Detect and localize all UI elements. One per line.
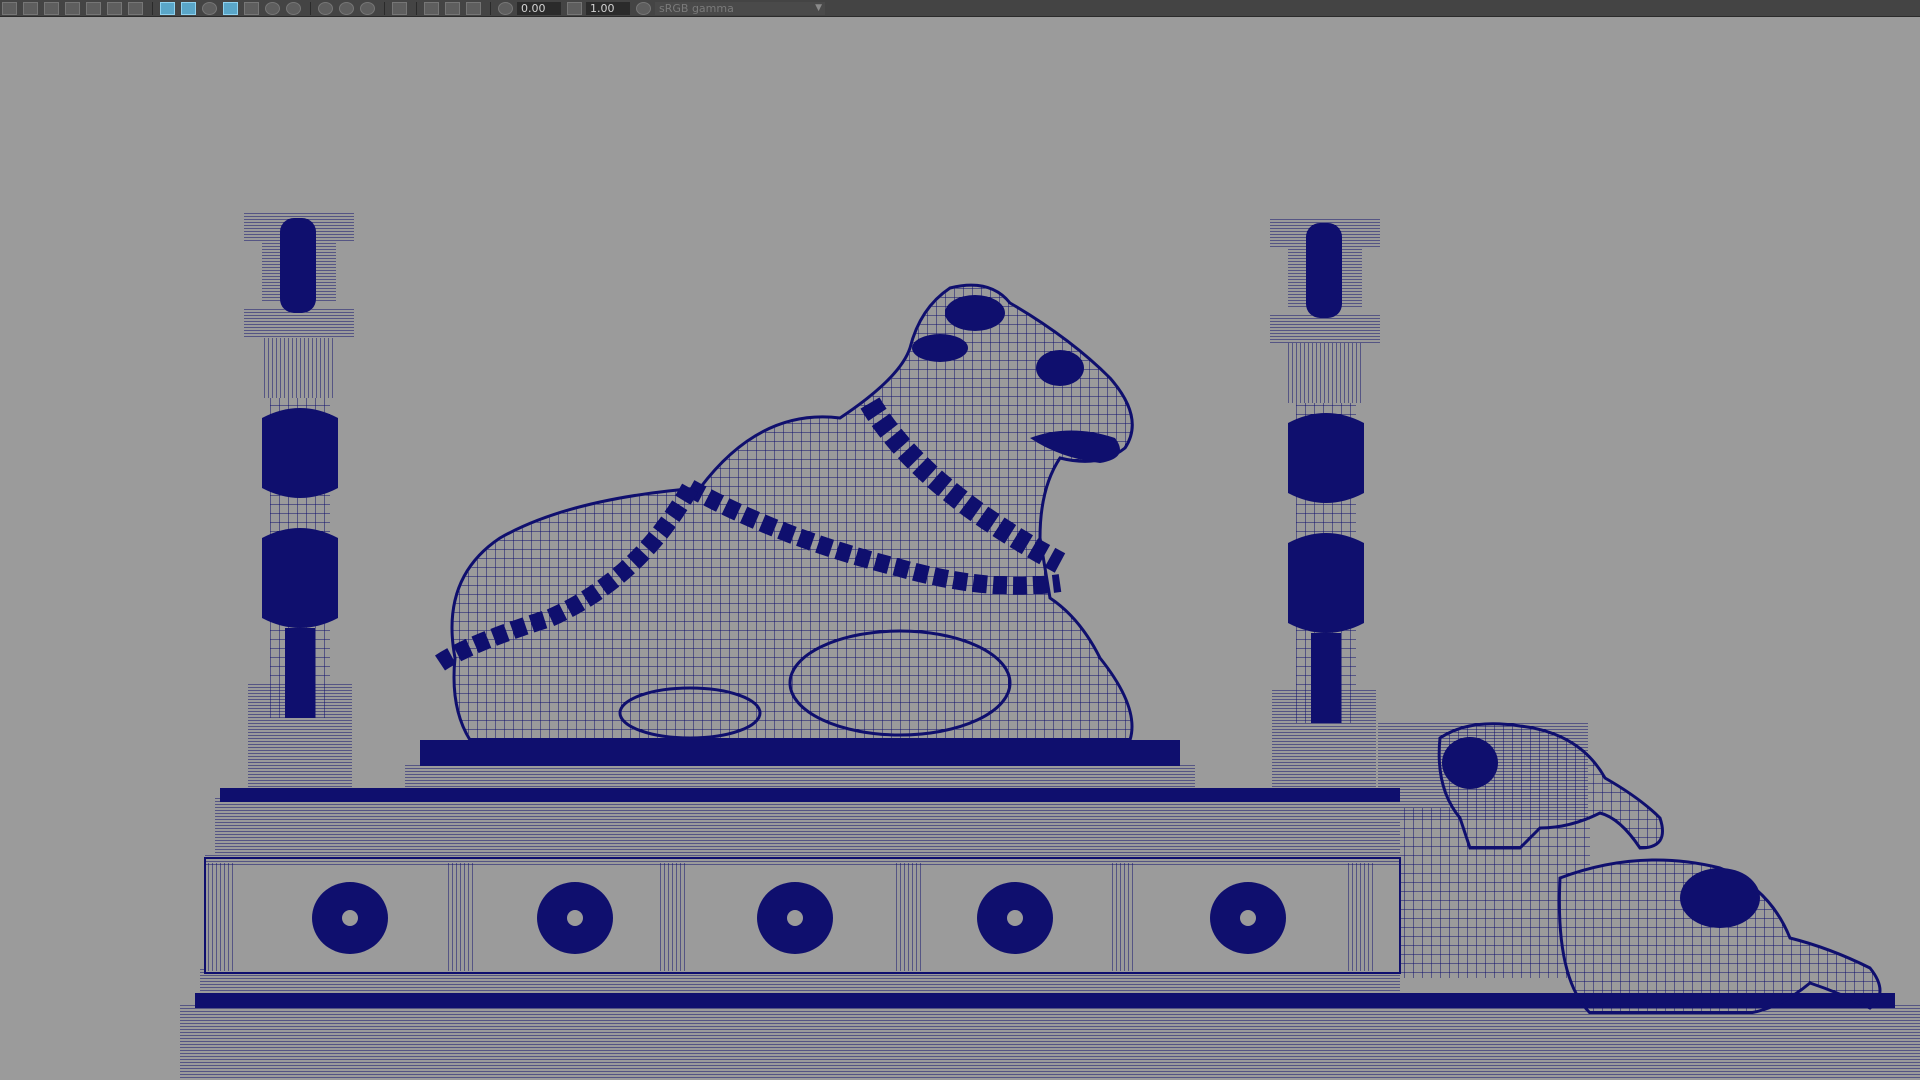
gamma-icon[interactable]	[567, 1, 582, 15]
chevron-down-icon: ▼	[815, 2, 822, 13]
toolbar-separator	[310, 1, 311, 15]
left-pillar	[244, 213, 354, 798]
textured-icon[interactable]	[244, 1, 259, 15]
resolution-gate-icon[interactable]	[128, 1, 143, 15]
wireframe-scene	[180, 213, 1920, 1080]
3d-viewport[interactable]	[0, 18, 1920, 1080]
toolbar-separator	[490, 1, 491, 15]
camera-attributes-icon[interactable]	[44, 1, 59, 15]
exposure-icon[interactable]	[498, 1, 513, 15]
gamma-field[interactable]: 1.00	[586, 1, 630, 15]
isolate-select-icon[interactable]	[392, 1, 407, 15]
wireframe-on-shaded-icon[interactable]	[202, 1, 217, 15]
xray-icon[interactable]	[223, 1, 238, 15]
lighting-icon[interactable]	[265, 1, 280, 15]
nandi-bull-sculpture	[435, 283, 1134, 742]
grid-icon[interactable]	[86, 1, 101, 15]
xray-joints-icon[interactable]	[445, 1, 460, 15]
toolbar-separator	[384, 1, 385, 15]
xray-joints-alt-icon[interactable]	[466, 1, 481, 15]
lock-camera-icon[interactable]	[23, 1, 38, 15]
view-transform-dropdown[interactable]: sRGB gamma ▼	[655, 1, 825, 15]
select-camera-icon[interactable]	[2, 1, 17, 15]
wireframe-icon[interactable]	[160, 1, 175, 15]
viewport-panel-toolbar: 0.00 1.00 sRGB gamma ▼	[0, 0, 1920, 17]
right-pillar	[1270, 218, 1380, 798]
toolbar-separator	[152, 1, 153, 15]
toolbar-separator	[416, 1, 417, 15]
view-transform-label: sRGB gamma	[659, 1, 734, 15]
color-management-icon[interactable]	[636, 1, 651, 15]
image-plane-icon[interactable]	[65, 1, 80, 15]
smooth-shade-icon[interactable]	[181, 1, 196, 15]
xray-active-icon[interactable]	[424, 1, 439, 15]
motion-blur-icon[interactable]	[339, 1, 354, 15]
film-gate-icon[interactable]	[107, 1, 122, 15]
anti-aliasing-icon[interactable]	[360, 1, 375, 15]
ambient-occlusion-icon[interactable]	[318, 1, 333, 15]
shadows-icon[interactable]	[286, 1, 301, 15]
exposure-field[interactable]: 0.00	[517, 1, 561, 15]
